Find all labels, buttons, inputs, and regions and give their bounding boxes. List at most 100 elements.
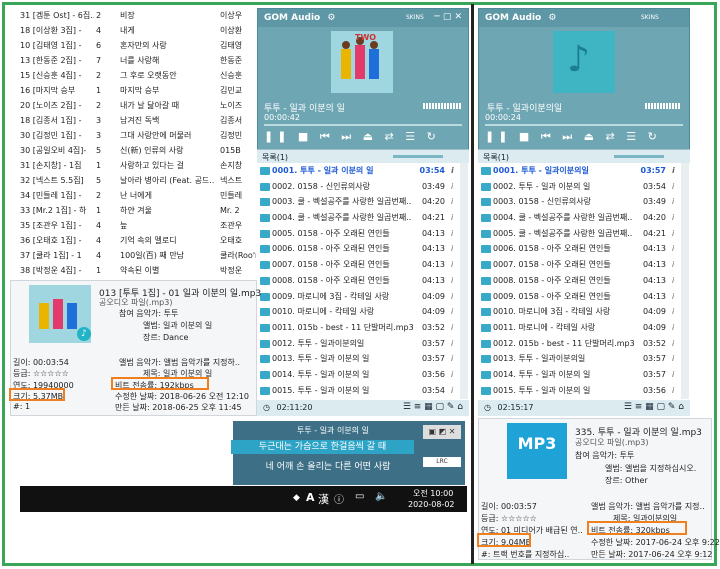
playlist-item[interactable]: 0005. 쿨 - 벡설공주를 사랑한 일곱번째.. 04:21 i <box>478 226 681 242</box>
playlist-scrollbar[interactable] <box>681 163 689 399</box>
file-row[interactable]: 18 [이상환 3집] - 4 내게 이상환 <box>18 23 256 38</box>
network-icon[interactable]: ▭ <box>355 491 364 502</box>
list-zoom-slider[interactable] <box>393 155 443 158</box>
playlist-item[interactable]: 0011. 015b - best - 11 단발머리.mp3 03:52 i <box>257 320 460 336</box>
info-icon[interactable]: i <box>451 367 453 383</box>
info-icon[interactable]: i <box>451 210 453 226</box>
lyrics-controls[interactable]: ▣ ◩ ✕ <box>423 425 461 439</box>
lrc-button[interactable]: LRC <box>423 457 461 467</box>
info-icon[interactable]: i <box>451 289 453 305</box>
tab-list[interactable]: 목록(1) <box>257 149 469 163</box>
file-row[interactable]: 33 [Mr.2 1집] - 하 1 하얀 겨울 Mr. 2 <box>18 203 256 218</box>
file-row[interactable]: 32 [넥스트 5.5집] 5 날아라 병아리 (Feat. 공드.. 넥스트 <box>18 173 256 188</box>
rating-field[interactable]: 등급: ☆☆☆☆☆ <box>13 368 69 379</box>
playlist-item[interactable]: 0002. 투투 - 일과 이분의 일 03:54 i <box>478 179 681 195</box>
file-row[interactable]: 13 [한동준 2집] - 7 너를 사랑해 한동준 <box>18 53 256 68</box>
file-row[interactable]: 38 [박정운 4집] - 1 약속된 이별 박정운 <box>18 263 256 278</box>
info-icon[interactable]: i <box>451 257 453 273</box>
info-icon[interactable]: i <box>672 304 674 320</box>
info-icon[interactable]: i <box>672 257 674 273</box>
playlist-item[interactable]: 0008. 0158 - 아주 오래된 연인들 04:13 i <box>478 273 681 289</box>
info-icon[interactable]: i <box>451 163 454 179</box>
seek-bar[interactable] <box>485 124 683 126</box>
seek-bar[interactable] <box>264 124 462 126</box>
playlist-item[interactable]: 0010. 마로니에 - 칵테일 사랑 04:09 i <box>257 304 460 320</box>
playlist-item[interactable]: 0006. 0158 - 아주 오래된 연인들 04:13 i <box>478 241 681 257</box>
player-titlebar[interactable]: GOM Audio ⚙ SKINS <box>479 9 689 27</box>
playlist-item[interactable]: 0007. 0158 - 아주 오래된 연인들 04:13 i <box>478 257 681 273</box>
playlist-item[interactable]: 0002. 0158 - 신인류의사랑 03:49 i <box>257 179 460 195</box>
playlist-item[interactable]: 0001. 투투 - 일과이분의일 03:57 i <box>478 163 681 179</box>
info-icon[interactable]: i <box>672 163 675 179</box>
info-icon[interactable]: i <box>451 336 453 352</box>
playlist-item[interactable]: 0003. 쿨 - 벡설공주를 사랑한 일곱번째.. 04:20 i <box>257 194 460 210</box>
volume-slider[interactable] <box>645 103 681 109</box>
tab-list[interactable]: 목록(1) <box>478 149 690 163</box>
file-row[interactable]: 31 [겜툰 Ost] - 6집.. 2 비장 이상우 <box>18 8 256 23</box>
playlist-item[interactable]: 0009. 0158 - 아주 오래된 연인들 04:13 i <box>478 289 681 305</box>
tray-icons[interactable]: ◆ <box>293 493 300 503</box>
file-row[interactable]: 30 [공일오비 4집]- 5 신(新) 인류의 사랑 015B <box>18 143 256 158</box>
file-row[interactable]: 20 [노이즈 2집] - 2 내가 날 닮아갈 때 노이즈 <box>18 98 256 113</box>
file-row[interactable]: 36 [오태호 1집] - 4 기억 속의 멜로디 오태호 <box>18 233 256 248</box>
info-icon[interactable]: i <box>451 351 453 367</box>
volume-icon[interactable]: 🔈 <box>375 491 387 502</box>
list-zoom-slider[interactable] <box>614 155 664 158</box>
playlist-tools[interactable]: ☰ ≡ ▦ ▢ ✎ ⌂ <box>624 402 684 412</box>
info-icon[interactable]: i <box>451 241 453 257</box>
player-titlebar[interactable]: GOM Audio ⚙ SKINS ─ ▢ ✕ <box>258 9 468 27</box>
info-icon[interactable]: i <box>672 367 674 383</box>
playlist-item[interactable]: 0005. 0158 - 아주 오래된 연인들 04:13 i <box>257 226 460 242</box>
info-icon[interactable]: i <box>672 179 674 195</box>
playlist-item[interactable]: 0010. 마로니에 3집 - 칵테일 사랑 04:09 i <box>478 304 681 320</box>
playback-controls[interactable]: ❚❚ ■ ⏮ ⏭ ⏏ ⇄ ☰ ↻ <box>485 130 661 144</box>
playlist-item[interactable]: 0015. 투투 - 일과 이분의 일 03:54 i <box>257 383 460 399</box>
playlist-item[interactable]: 0004. 쿨 - 벡설공주를 사랑한 일곱번째.. 04:21 i <box>257 210 460 226</box>
playlist-item[interactable]: 0011. 마로니에 - 칵테일 사랑 04:09 i <box>478 320 681 336</box>
skins-label[interactable]: SKINS <box>641 14 659 21</box>
info-icon[interactable]: i <box>672 226 674 242</box>
skins-label[interactable]: SKINS <box>406 14 424 21</box>
playlist-item[interactable]: 0013. 투투 - 일과이분의일 03:57 i <box>478 351 681 367</box>
playlist-item[interactable]: 0012. 015b - best - 11 단발머리.mp3 03:52 i <box>478 336 681 352</box>
ime-alpha[interactable]: A <box>306 491 315 504</box>
info-icon[interactable]: i <box>451 179 453 195</box>
file-row[interactable]: 37 [쿨라 1집] - 1 4 100일(百) 째 만남 쿨라(Roo'ra) <box>18 248 256 263</box>
info-icon[interactable]: i <box>672 383 674 399</box>
info-icon[interactable]: i <box>672 194 674 210</box>
info-icon[interactable]: i <box>451 320 453 336</box>
info-icon[interactable]: i <box>672 351 674 367</box>
settings-icon[interactable]: ⚙ <box>327 13 335 23</box>
rating-field[interactable]: 등급: ☆☆☆☆☆ <box>481 513 537 524</box>
playlist-item[interactable]: 0006. 0158 - 아주 오래된 연인들 04:13 i <box>257 241 460 257</box>
playlist-item[interactable]: 0003. 0158 - 신인류의사랑 03:49 i <box>478 194 681 210</box>
info-icon[interactable]: i <box>672 336 674 352</box>
info-icon[interactable]: i <box>451 273 453 289</box>
clock-date[interactable]: 2020-08-02 <box>408 500 455 509</box>
file-row[interactable]: 16 [마지막 승부 1 마지막 승부 김민교 <box>18 83 256 98</box>
info-icon[interactable]: i <box>451 383 453 399</box>
file-row[interactable]: 15 [신승훈 4집] - 2 그 후로 오랫동안 신승훈 <box>18 68 256 83</box>
playlist-item[interactable]: 0012. 투투 - 일과이분의일 03:57 i <box>257 336 460 352</box>
playlist-item[interactable]: 0014. 투투 - 일과 이분의 일 03:56 i <box>257 367 460 383</box>
playlist-item[interactable]: 0001. 투투 - 일과 이분의 일 03:54 i <box>257 163 460 179</box>
playlist-item[interactable]: 0014. 투투 - 일과 이분의 일 03:57 i <box>478 367 681 383</box>
info-icon[interactable]: i <box>672 241 674 257</box>
info-icon[interactable]: i <box>672 289 674 305</box>
playback-controls[interactable]: ❚❚ ■ ⏮ ⏭ ⏏ ⇄ ☰ ↻ <box>264 130 440 144</box>
playlist-scrollbar[interactable] <box>460 163 468 399</box>
clock-time[interactable]: 오전 10:00 <box>413 488 453 499</box>
file-row[interactable]: 30 [김정민 1집] - 3 그대 사랑안에 머물러 김정민 <box>18 128 256 143</box>
info-icon[interactable]: i <box>672 210 674 226</box>
playlist-item[interactable]: 0008. 0158 - 아주 오래된 연인들 04:13 i <box>257 273 460 289</box>
help-icon[interactable]: ⓘ <box>334 491 344 506</box>
volume-slider[interactable] <box>423 103 461 109</box>
info-icon[interactable]: i <box>672 273 674 289</box>
window-controls[interactable]: ─ ▢ ✕ <box>434 12 462 22</box>
file-row[interactable]: 10 [김태영 1집] - 6 혼자만의 사랑 김태영 <box>18 38 256 53</box>
playlist-item[interactable]: 0004. 쿨 - 벡설공주를 사랑한 일곱번째.. 04:20 i <box>478 210 681 226</box>
info-icon[interactable]: i <box>451 194 453 210</box>
file-row[interactable]: 31 [손지창] - 1집 1 사랑하고 있다는 걸 손지창 <box>18 158 256 173</box>
settings-icon[interactable]: ⚙ <box>548 13 556 23</box>
playlist-item[interactable]: 0009. 마로니에 3집 - 칵테일 사랑 04:09 i <box>257 289 460 305</box>
